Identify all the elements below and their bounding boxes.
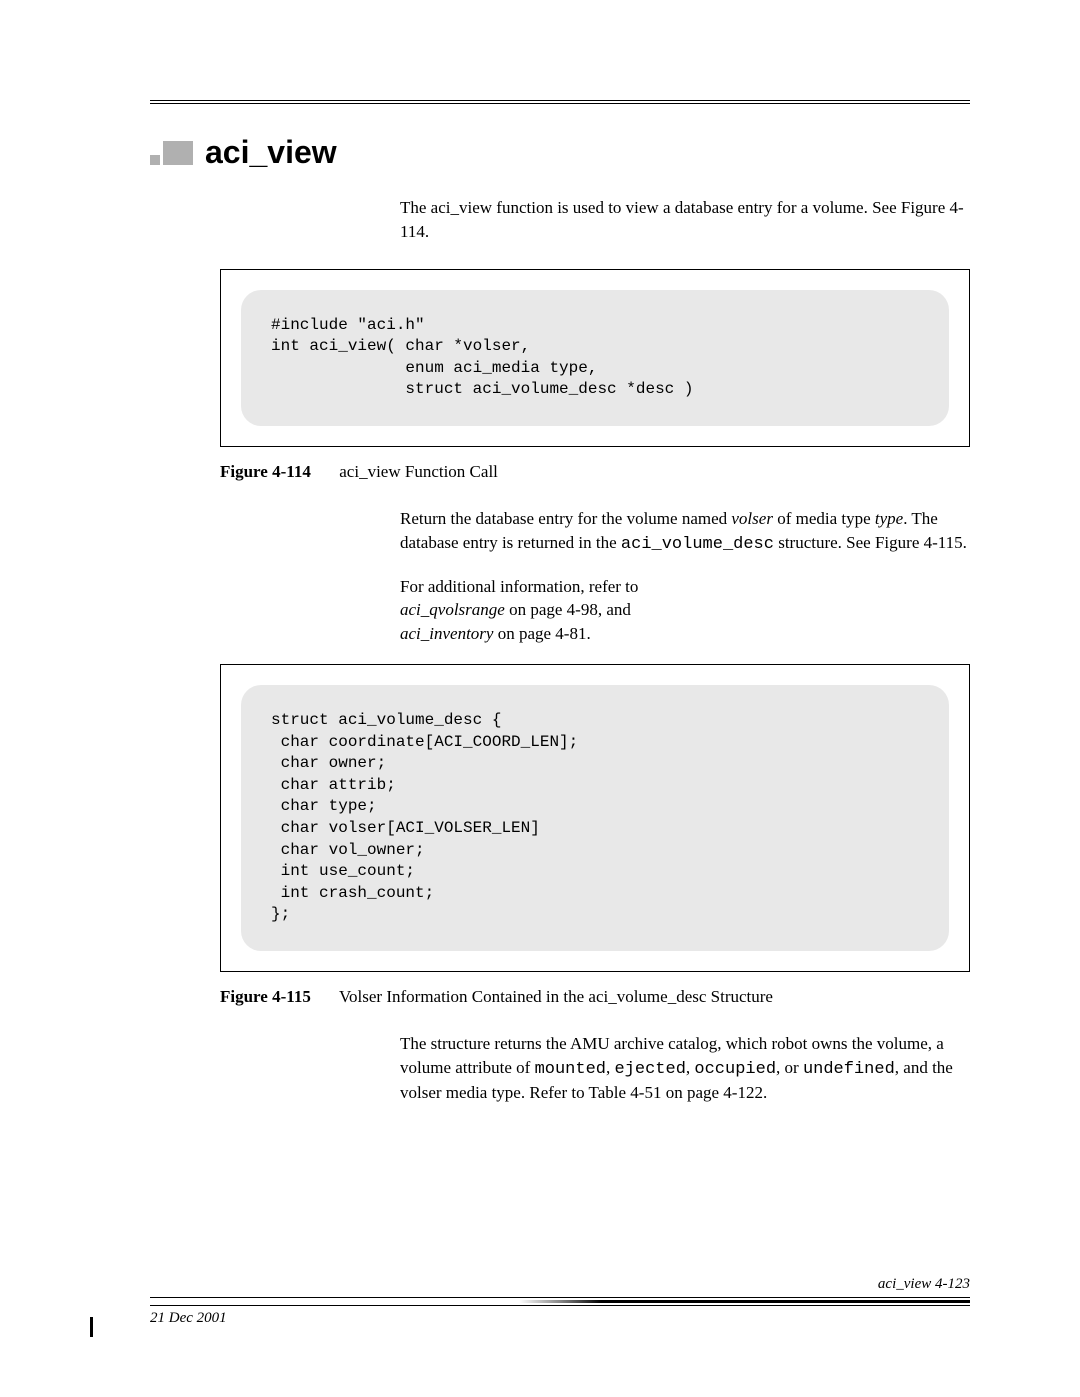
footer-page-number: 4-123 (935, 1276, 970, 1292)
figure-caption-2: Figure 4-115 Volser Information Containe… (220, 987, 970, 1007)
heading-decorator-icon (150, 141, 193, 165)
footer-section-page: aci_view 4-123 (150, 1276, 970, 1293)
text-fragment: For additional information, refer to (400, 577, 638, 596)
param-volser: volser (731, 509, 773, 528)
param-type: type (875, 509, 903, 528)
code-block-1-frame: #include "aci.h" int aci_view( char *vol… (220, 269, 970, 447)
paragraph-structure-desc: The structure returns the AMU archive ca… (400, 1032, 970, 1105)
intro-paragraph: The aci_view function is used to view a … (400, 196, 970, 244)
top-rule (150, 100, 970, 104)
code-block-2: struct aci_volume_desc { char coordinate… (241, 685, 949, 951)
footer-date: 21 Dec 2001 (150, 1310, 227, 1327)
footer-rule-mid (150, 1300, 970, 1303)
footer-rule-bottom (150, 1305, 970, 1306)
change-bar-icon (90, 1317, 93, 1337)
text-fragment: , or (776, 1058, 803, 1077)
xref-aci-qvolsrange: aci_qvolsrange (400, 600, 505, 619)
footer-rule-top (150, 1297, 970, 1298)
code-block-2-frame: struct aci_volume_desc { char coordinate… (220, 664, 970, 972)
footer-section-name: aci_view (878, 1276, 931, 1292)
attr-occupied: occupied (694, 1060, 776, 1079)
page-footer: aci_view 4-123 21 Dec 2001 (150, 1276, 970, 1327)
text-fragment: on page 4-81. (493, 624, 590, 643)
text-fragment: on page 4-98, and (505, 600, 631, 619)
figure-label-1: Figure 4-114 (220, 462, 335, 482)
attr-mounted: mounted (535, 1060, 606, 1079)
figure-label-2: Figure 4-115 (220, 987, 335, 1007)
struct-name: aci_volume_desc (621, 535, 774, 554)
xref-aci-inventory: aci_inventory (400, 624, 493, 643)
attr-undefined: undefined (803, 1060, 895, 1079)
figure-caption-text-2: Volser Information Contained in the aci_… (339, 987, 773, 1006)
section-heading: aci_view (205, 134, 337, 171)
text-fragment: structure. See Figure 4-115. (774, 533, 967, 552)
paragraph-return-desc: Return the database entry for the volume… (400, 507, 970, 557)
paragraph-additional-info: For additional information, refer to aci… (400, 575, 970, 646)
section-heading-row: aci_view (150, 134, 970, 171)
text-fragment: of media type (773, 509, 875, 528)
text-fragment: Return the database entry for the volume… (400, 509, 731, 528)
code-block-1: #include "aci.h" int aci_view( char *vol… (241, 290, 949, 426)
attr-ejected: ejected (614, 1060, 685, 1079)
figure-caption-1: Figure 4-114 aci_view Function Call (220, 462, 970, 482)
figure-caption-text-1: aci_view Function Call (339, 462, 498, 481)
